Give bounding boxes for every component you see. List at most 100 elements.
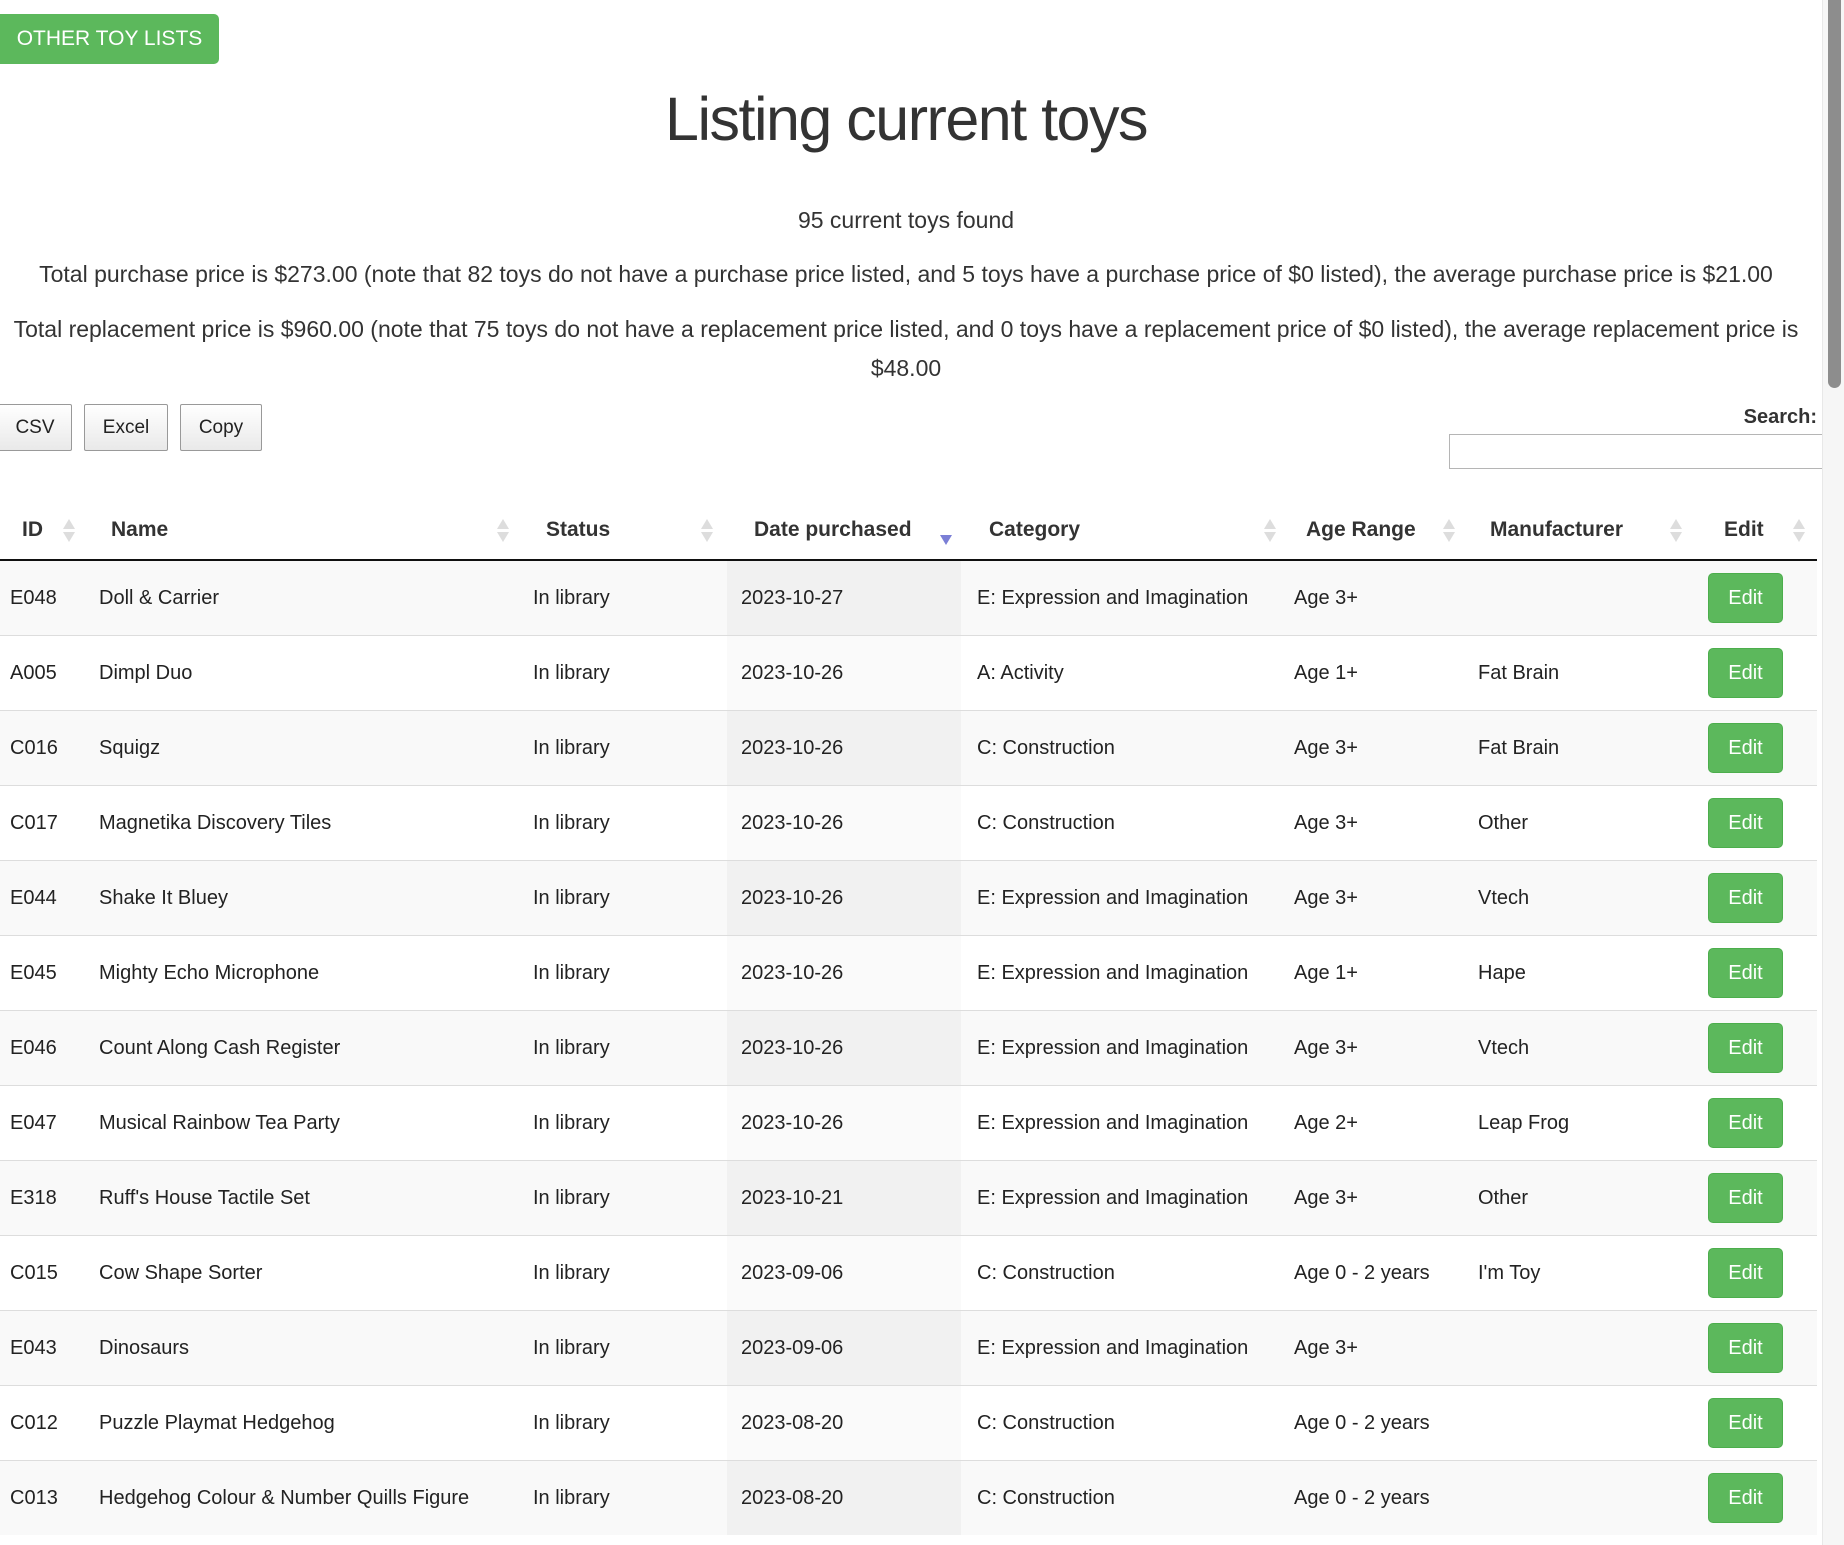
table-row: E046 Count Along Cash Register In library 2… [0,1010,1817,1086]
edit-button[interactable]: Edit [1708,1098,1783,1148]
cell-edit: Edit [1696,860,1817,936]
edit-button[interactable]: Edit [1708,1173,1783,1223]
cell-name: Shake It Bluey [88,860,523,936]
cell-name: Dimpl Duo [88,635,523,711]
copy-button[interactable]: Copy [180,404,262,451]
cell-age-range: Age 2+ [1284,1085,1467,1161]
cell-status-text: In library [533,961,610,984]
edit-button[interactable]: Edit [1708,1323,1783,1373]
cell-age-range-text: Age 0 - 2 years [1294,1261,1430,1284]
cell-name: Cow Shape Sorter [88,1235,523,1311]
edit-button[interactable]: Edit [1708,1023,1783,1073]
edit-button[interactable]: Edit [1708,573,1783,623]
column-header-age-range[interactable]: Age Range [1284,500,1467,561]
cell-age-range-text: Age 3+ [1294,736,1358,759]
cell-edit: Edit [1696,635,1817,711]
replacement-price-summary: Total replacement price is $960.00 (note… [13,316,1799,381]
column-header-date-purchased[interactable]: Date purchased [727,500,961,561]
purchase-price-summary: Total purchase price is $273.00 (note th… [39,261,1773,287]
cell-date-purchased: 2023-10-26 [727,785,961,861]
scrollbar-thumb[interactable] [1828,0,1841,388]
cell-category-text: E: Expression and Imagination [977,586,1249,609]
search-input[interactable] [1449,434,1822,469]
edit-button[interactable]: Edit [1708,648,1783,698]
cell-id: E044 [0,860,88,936]
column-header-category[interactable]: Category [961,500,1284,561]
cell-manufacturer: I'm Toy [1467,1235,1696,1311]
cell-manufacturer: Fat Brain [1467,635,1696,711]
cell-manufacturer: Vtech [1467,1010,1696,1086]
cell-name-text: Dimpl Duo [99,661,193,684]
cell-manufacturer-text: Other [1478,811,1529,834]
cell-id-text: E045 [10,961,57,984]
column-header-status[interactable]: Status [523,500,727,561]
table-row: A005 Dimpl Duo In library 2023-10-26 A: Acti… [0,635,1817,711]
column-header-edit[interactable]: Edit [1696,500,1817,561]
cell-id: C013 [0,1460,88,1535]
edit-button[interactable]: Edit [1708,1398,1783,1448]
edit-button[interactable]: Edit [1708,1473,1783,1523]
cell-id-text: E044 [10,886,57,909]
cell-id: E043 [0,1310,88,1386]
cell-id: C012 [0,1385,88,1461]
cell-category: C: Construction [961,1460,1284,1535]
column-header-name[interactable]: Name [88,500,523,561]
cell-date-purchased-text: 2023-10-26 [741,961,844,984]
excel-button[interactable]: Excel [84,404,168,451]
edit-button[interactable]: Edit [1708,723,1783,773]
cell-edit: Edit [1696,1160,1817,1236]
cell-manufacturer-text: Fat Brain [1478,736,1560,759]
cell-date-purchased: 2023-09-06 [727,1235,961,1311]
cell-id-text: C013 [10,1486,58,1509]
cell-date-purchased-text: 2023-09-06 [741,1336,844,1359]
cell-edit: Edit [1696,935,1817,1011]
cell-name: Hedgehog Colour & Number Quills Figure [88,1460,523,1535]
cell-edit: Edit [1696,1085,1817,1161]
cell-manufacturer [1467,1385,1696,1461]
vertical-scrollbar[interactable] [1822,0,1844,1545]
cell-name: Doll & Carrier [88,560,523,636]
sort-icon [701,519,713,543]
cell-date-purchased: 2023-10-26 [727,1085,961,1161]
column-header-id[interactable]: ID [0,500,88,561]
cell-category: E: Expression and Imagination [961,560,1284,636]
other-toy-lists-button[interactable]: OTHER TOY LISTS [0,14,219,64]
cell-status-text: In library [533,1111,610,1134]
cell-status: In library [523,710,727,786]
edit-button[interactable]: Edit [1708,798,1783,848]
cell-date-purchased: 2023-10-26 [727,935,961,1011]
edit-button[interactable]: Edit [1708,1248,1783,1298]
column-header-manufacturer[interactable]: Manufacturer [1467,500,1696,561]
cell-edit: Edit [1696,560,1817,636]
cell-status-text: In library [533,1486,610,1509]
cell-id-text: C012 [10,1411,58,1434]
cell-manufacturer-text: Fat Brain [1478,661,1560,684]
cell-status-text: In library [533,1186,610,1209]
cell-age-range: Age 0 - 2 years [1284,1235,1467,1311]
cell-category: E: Expression and Imagination [961,1160,1284,1236]
cell-date-purchased-text: 2023-10-26 [741,1036,844,1059]
cell-category-text: C: Construction [977,811,1115,834]
cell-edit: Edit [1696,710,1817,786]
cell-id: C016 [0,710,88,786]
cell-name-text: Cow Shape Sorter [99,1261,263,1284]
cell-age-range: Age 0 - 2 years [1284,1385,1467,1461]
cell-category-text: C: Construction [977,1261,1115,1284]
cell-manufacturer: Other [1467,785,1696,861]
table-row: E318 Ruff's House Tactile Set In library 20… [0,1160,1817,1236]
cell-id-text: E046 [10,1036,57,1059]
sort-icon [497,519,509,543]
cell-date-purchased-text: 2023-10-26 [741,1111,844,1134]
cell-age-range: Age 3+ [1284,1010,1467,1086]
cell-id: C015 [0,1235,88,1311]
cell-id: E318 [0,1160,88,1236]
csv-button[interactable]: CSV [0,404,72,451]
cell-age-range: Age 3+ [1284,785,1467,861]
table-row: E044 Shake It Bluey In library 2023-10-26 E:… [0,860,1817,936]
edit-button[interactable]: Edit [1708,948,1783,998]
cell-age-range: Age 3+ [1284,560,1467,636]
cell-status: In library [523,1235,727,1311]
edit-button[interactable]: Edit [1708,873,1783,923]
cell-age-range: Age 3+ [1284,1310,1467,1386]
cell-status-text: In library [533,1036,610,1059]
